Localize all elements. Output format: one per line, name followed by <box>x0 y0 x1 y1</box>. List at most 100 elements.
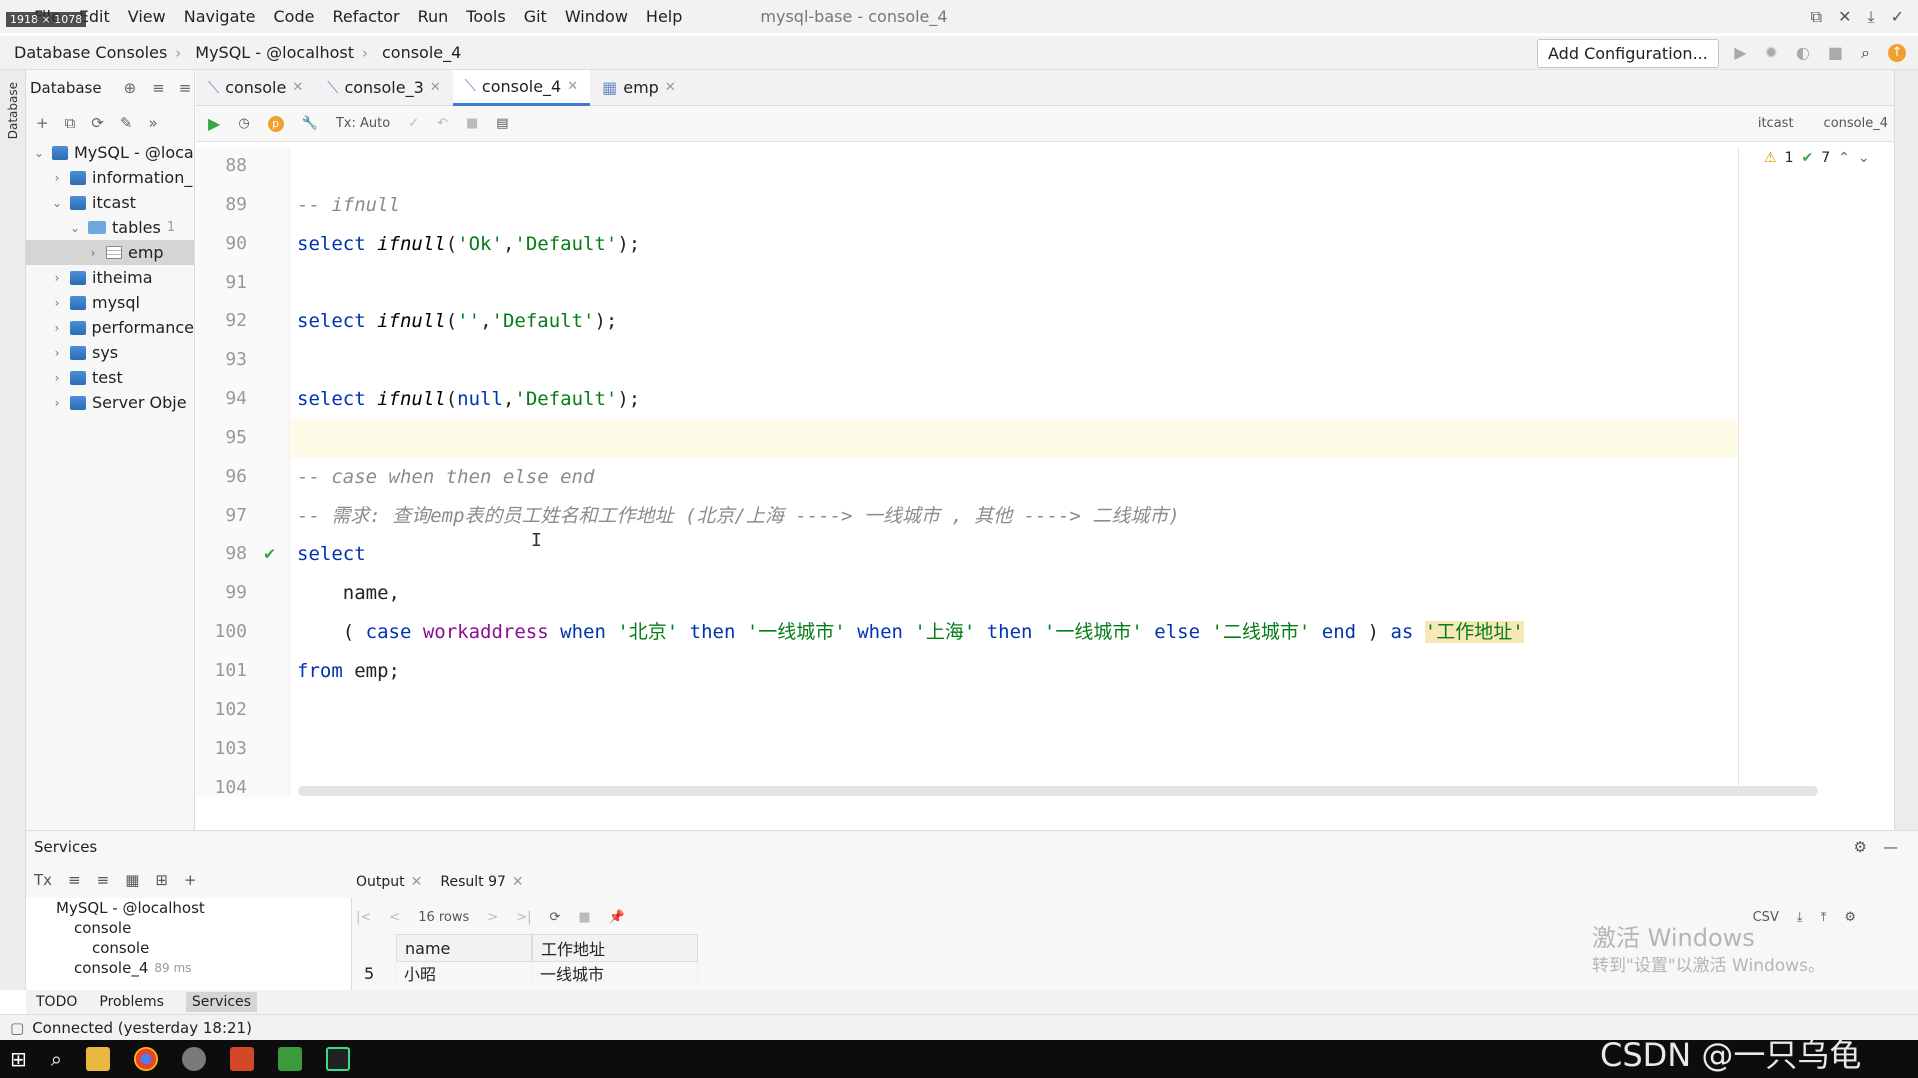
restore-icon[interactable]: ⧉ <box>1811 7 1822 27</box>
chevron-right-icon[interactable]: › <box>86 246 100 260</box>
column-header[interactable]: 工作地址 <box>532 934 698 962</box>
tx-icon[interactable]: Tx <box>34 871 52 889</box>
rows-count-select[interactable]: 16 rows <box>418 910 469 925</box>
tree-item[interactable]: ⌄ itcast <box>26 190 194 215</box>
coverage-icon[interactable]: ◐ <box>1796 43 1810 62</box>
export-format-select[interactable]: CSV <box>1753 910 1779 925</box>
reload-icon[interactable]: ⟳ <box>549 910 560 925</box>
add-configuration-button[interactable]: Add Configuration... <box>1537 39 1719 68</box>
tree-item[interactable]: › test <box>26 365 194 390</box>
menu-code[interactable]: Code <box>274 7 315 26</box>
tree-item[interactable]: › information_ <box>26 165 194 190</box>
chevron-down-icon[interactable]: ⌄ <box>68 221 82 235</box>
search-taskbar-icon[interactable]: ⌕ <box>51 1047 62 1071</box>
search-icon[interactable]: ⌕ <box>1861 43 1870 63</box>
settings-wrench-icon[interactable]: 🔧 <box>302 116 318 131</box>
powerpoint-icon[interactable] <box>229 1047 254 1071</box>
datagrip-icon[interactable] <box>325 1047 350 1071</box>
download-icon[interactable]: ⤓ <box>1868 7 1875 27</box>
close-tab-icon[interactable]: ✕ <box>665 80 676 95</box>
pin-icon[interactable]: 📌 <box>609 910 625 925</box>
import-icon[interactable]: ⤒ <box>1821 910 1827 925</box>
app-icon[interactable] <box>181 1047 206 1071</box>
service-item[interactable]: MySQL - @localhost <box>26 898 351 918</box>
close-tab-icon[interactable]: ✕ <box>411 874 423 890</box>
service-item[interactable]: console <box>26 938 351 958</box>
rollback-icon[interactable]: ↶ <box>437 116 448 131</box>
menu-navigate[interactable]: Navigate <box>184 7 256 26</box>
menu-tools[interactable]: Tools <box>466 7 505 26</box>
stop-query-icon[interactable]: ■ <box>578 910 590 925</box>
copy-icon[interactable]: ⧉ <box>65 114 76 132</box>
refresh-icon[interactable]: ⟳ <box>91 114 104 132</box>
next-page-icon[interactable]: > <box>487 910 498 925</box>
tree-item[interactable]: › mysql <box>26 290 194 315</box>
tab-emp[interactable]: ▦ emp ✕ <box>590 70 688 106</box>
schema-select[interactable]: itcast <box>1758 116 1794 131</box>
menu-refactor[interactable]: Refactor <box>332 7 399 26</box>
service-item[interactable]: console_4 89 ms <box>26 958 351 978</box>
expand-all-icon[interactable]: ≡ <box>152 79 165 97</box>
tab-console-4[interactable]: ⟍ console_4 ✕ <box>452 69 591 106</box>
target-icon[interactable]: ⊕ <box>124 79 137 97</box>
group-icon[interactable]: ▦ <box>125 871 139 889</box>
close-tab-icon[interactable]: ✕ <box>292 80 303 95</box>
menu-help[interactable]: Help <box>646 7 682 26</box>
tree-item[interactable]: › Server Obje <box>26 390 194 415</box>
chevron-right-icon[interactable]: › <box>50 296 64 310</box>
menu-run[interactable]: Run <box>418 7 449 26</box>
close-tab-icon[interactable]: ✕ <box>430 80 441 95</box>
chrome-icon[interactable] <box>133 1047 158 1071</box>
chevron-right-icon[interactable]: › <box>50 371 64 385</box>
menu-window[interactable]: Window <box>565 7 628 26</box>
commit-icon[interactable]: ✓ <box>408 116 419 131</box>
tree-item[interactable]: › sys <box>26 340 194 365</box>
first-page-icon[interactable]: |< <box>356 910 371 925</box>
gear-icon[interactable]: ⚙ <box>1854 838 1867 856</box>
database-tool-tab[interactable]: Database <box>6 82 20 139</box>
chevron-right-icon[interactable]: › <box>50 396 64 410</box>
expand-icon[interactable]: ≡ <box>68 871 81 889</box>
inspection-widget[interactable]: ⚠ 1 ✔ 7 ⌃ ⌄ <box>1764 150 1870 166</box>
more-icon[interactable]: » <box>148 114 157 132</box>
notepad-icon[interactable] <box>277 1047 302 1071</box>
export-icon[interactable]: ⤓ <box>1797 910 1803 925</box>
execute-icon[interactable]: ▶ <box>208 114 220 133</box>
properties-icon[interactable]: ✎ <box>120 114 133 132</box>
history-icon[interactable]: ◷ <box>238 116 249 131</box>
result-tab[interactable]: Output ✕ <box>356 874 422 890</box>
prev-page-icon[interactable]: < <box>389 910 400 925</box>
chevron-up-icon[interactable]: ⌃ <box>1838 150 1850 166</box>
tab-console[interactable]: ⟍ console ✕ <box>196 70 315 106</box>
add-icon[interactable]: + <box>36 114 49 132</box>
table-row[interactable]: 5 小昭 一线城市 <box>356 962 698 984</box>
windows-start-icon[interactable]: ⊞ <box>10 1047 27 1071</box>
session-select[interactable]: console_4 <box>1824 116 1888 131</box>
update-icon[interactable]: ↑ <box>1888 43 1906 62</box>
result-settings-icon[interactable]: ⚙ <box>1844 910 1856 925</box>
grid-view-icon[interactable]: ▤ <box>496 116 508 131</box>
tree-item[interactable]: › performance <box>26 315 194 340</box>
collapse-all-icon[interactable]: ≡ <box>179 79 192 97</box>
tree-item[interactable]: › emp <box>26 240 194 265</box>
tx-mode-select[interactable]: Tx: Auto <box>336 116 390 131</box>
debug-icon[interactable]: ✹ <box>1765 43 1778 62</box>
tool-tab-todo[interactable]: TODO <box>36 994 77 1010</box>
chevron-down-icon[interactable]: ⌄ <box>32 146 46 160</box>
crumb-mysql[interactable]: MySQL - @localhost <box>195 43 354 62</box>
stop-icon[interactable]: ■ <box>1828 43 1843 62</box>
tree-item[interactable]: ⌄ tables 1 <box>26 215 194 240</box>
last-page-icon[interactable]: >| <box>516 910 531 925</box>
collapse-icon[interactable]: ≡ <box>97 871 110 889</box>
result-tab[interactable]: Result 97 ✕ <box>440 874 523 890</box>
chevron-right-icon[interactable]: › <box>50 171 64 185</box>
close-tab-icon[interactable]: ✕ <box>567 79 578 94</box>
tool-tab-problems[interactable]: Problems <box>99 994 164 1010</box>
close-tab-icon[interactable]: ✕ <box>512 874 524 890</box>
chevron-down-icon[interactable]: ⌄ <box>1858 150 1870 166</box>
check-icon[interactable]: ✓ <box>1891 7 1904 26</box>
chevron-down-icon[interactable]: ⌄ <box>50 196 64 210</box>
add-service-icon[interactable]: + <box>184 871 197 889</box>
chevron-right-icon[interactable]: › <box>50 346 64 360</box>
crumb-database-consoles[interactable]: Database Consoles <box>14 43 167 62</box>
